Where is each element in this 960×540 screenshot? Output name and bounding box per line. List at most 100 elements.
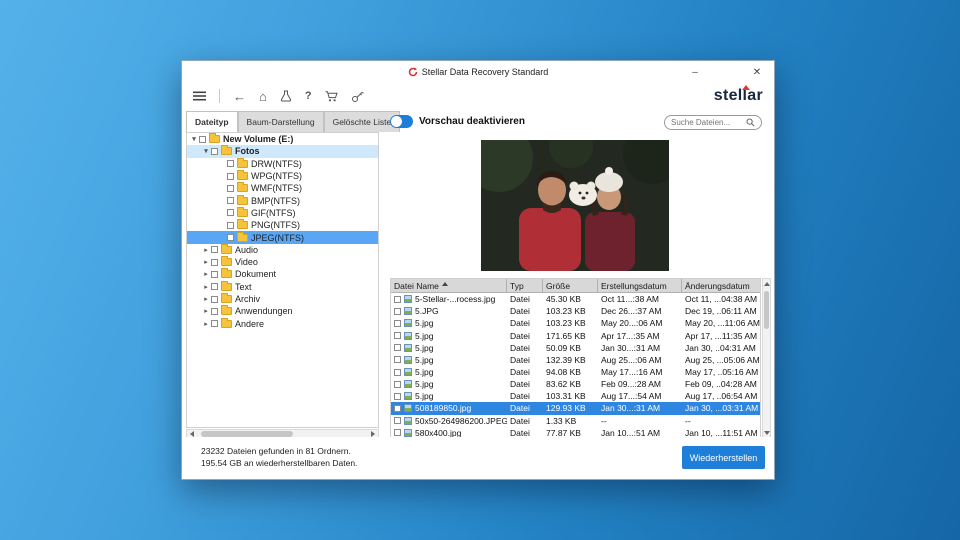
column-header-name[interactable]: Datei Name — [391, 279, 507, 292]
column-header-type[interactable]: Typ — [507, 279, 543, 292]
checkbox[interactable] — [211, 270, 218, 278]
table-row[interactable]: 5-Stellar-...rocess.jpg Datei 45.30 KB Oct… — [391, 293, 760, 305]
tree-item-label: Andere — [235, 318, 265, 329]
checkbox[interactable] — [211, 258, 218, 266]
table-vertical-scrollbar[interactable] — [762, 278, 771, 439]
tree-item-anwendungen[interactable]: ▸ Anwendungen — [187, 305, 378, 317]
tab-geloeschte-liste[interactable]: Gelöschte Liste — [323, 111, 401, 132]
cart-icon[interactable] — [325, 90, 338, 102]
chevron-down-icon[interactable]: ▾ — [201, 147, 211, 155]
image-file-icon — [404, 295, 412, 304]
recover-button[interactable]: Wiederherstellen — [682, 446, 765, 469]
row-checkbox[interactable] — [394, 404, 401, 412]
scroll-down-icon[interactable] — [764, 431, 770, 435]
tree-item-wmf[interactable]: WMF(NTFS) — [187, 182, 378, 194]
close-button[interactable]: ✕ — [740, 61, 774, 83]
tree-item-text[interactable]: ▸ Text — [187, 280, 378, 293]
status-recoverable-data: 195.54 GB an wiederherstellbaren Daten. — [201, 458, 358, 468]
chevron-right-icon[interactable]: ▸ — [201, 246, 211, 254]
table-row[interactable]: 5.jpg Datei 83.62 KB Feb 09...:28 AM Feb 09… — [391, 378, 760, 390]
checkbox[interactable] — [227, 160, 234, 168]
table-row[interactable]: 5.jpg Datei 103.31 KB Aug 17...:54 AM Aug 1… — [391, 390, 760, 402]
window-controls: – ✕ — [678, 61, 774, 83]
column-header-size[interactable]: Größe — [543, 279, 598, 292]
column-header-created[interactable]: Erstellungsdatum — [598, 279, 682, 292]
tree-item-png[interactable]: PNG(NTFS) — [187, 219, 378, 231]
checkbox[interactable] — [227, 184, 234, 192]
tab-baum-darstellung[interactable]: Baum-Darstellung — [237, 111, 324, 132]
row-checkbox[interactable] — [394, 356, 401, 364]
chevron-right-icon[interactable]: ▸ — [201, 320, 211, 328]
chevron-right-icon[interactable]: ▸ — [201, 270, 211, 278]
tree-item-label: GIF(NTFS) — [251, 207, 296, 218]
chevron-right-icon[interactable]: ▸ — [201, 258, 211, 266]
key-icon[interactable] — [351, 90, 364, 103]
row-checkbox[interactable] — [394, 295, 401, 303]
checkbox[interactable] — [227, 209, 234, 217]
tree-item-drw[interactable]: DRW(NTFS) — [187, 157, 378, 170]
table-row[interactable]: 5.jpg Datei 50.09 KB Jan 30...:31 AM Jan 30… — [391, 342, 760, 354]
row-checkbox[interactable] — [394, 368, 401, 376]
table-row-selected[interactable]: 508189850.jpg Datei 129.93 KB Jan 30...:31… — [391, 402, 760, 415]
back-icon[interactable]: ← — [233, 90, 246, 103]
table-row[interactable]: 5.jpg Datei 171.65 KB Apr 17...:35 AM Apr 1… — [391, 329, 760, 341]
search-input[interactable] — [671, 118, 746, 127]
table-row[interactable]: 5.jpg Datei 94.08 KB May 17...:16 AM May 17… — [391, 366, 760, 378]
table-row[interactable]: 5.jpg Datei 132.39 KB Aug 25...:06 AM Aug 2… — [391, 354, 760, 366]
row-checkbox[interactable] — [394, 392, 401, 400]
tree-item-andere[interactable]: ▸ Andere — [187, 317, 378, 329]
checkbox[interactable] — [211, 320, 218, 328]
folder-tree: ▾ New Volume (E:) ▾ Fotos DRW(NTFS) WPG(… — [186, 132, 379, 428]
preview-toggle[interactable] — [390, 115, 413, 128]
tree-item-new-volume[interactable]: ▾ New Volume (E:) — [187, 133, 378, 145]
checkbox[interactable] — [211, 283, 218, 291]
help-icon[interactable]: ? — [305, 90, 312, 102]
checkbox[interactable] — [211, 246, 218, 254]
window-title: Stellar Data Recovery Standard — [421, 67, 549, 77]
flask-icon[interactable] — [280, 90, 292, 102]
row-checkbox[interactable] — [394, 380, 401, 388]
table-row[interactable]: 5.jpg Datei 103.23 KB May 20...:06 AM May 2… — [391, 317, 760, 329]
search-icon[interactable] — [746, 118, 755, 127]
checkbox[interactable] — [227, 234, 234, 242]
checkbox[interactable] — [211, 147, 218, 155]
tree-item-dokument[interactable]: ▸ Dokument — [187, 268, 378, 280]
checkbox[interactable] — [227, 172, 234, 180]
tree-item-fotos[interactable]: ▾ Fotos — [187, 145, 378, 158]
home-icon[interactable]: ⌂ — [259, 90, 267, 103]
image-file-icon — [404, 404, 412, 413]
menu-icon[interactable] — [193, 91, 206, 101]
table-row[interactable]: 50x50-264986200.JPEG Datei 1.33 KB -- -- — [391, 415, 760, 427]
row-checkbox[interactable] — [394, 429, 401, 437]
checkbox[interactable] — [211, 307, 218, 315]
tree-item-audio[interactable]: ▸ Audio — [187, 243, 378, 256]
chevron-down-icon[interactable]: ▾ — [189, 135, 199, 143]
chevron-right-icon[interactable]: ▸ — [201, 283, 211, 291]
row-checkbox[interactable] — [394, 319, 401, 327]
logo-accent-mark — [741, 85, 750, 90]
row-checkbox[interactable] — [394, 417, 401, 425]
tree-item-label: Archiv — [235, 294, 261, 304]
scroll-up-icon[interactable] — [764, 282, 770, 286]
tree-item-archiv[interactable]: ▸ Archiv — [187, 293, 378, 305]
tab-dateityp[interactable]: Dateityp — [186, 111, 238, 132]
row-checkbox[interactable] — [394, 344, 401, 352]
scrollbar-thumb[interactable] — [764, 291, 769, 329]
row-checkbox[interactable] — [394, 332, 401, 340]
tree-item-wpg[interactable]: WPG(NTFS) — [187, 170, 378, 182]
column-header-modified[interactable]: Änderungsdatum — [682, 279, 760, 292]
checkbox[interactable] — [211, 295, 218, 303]
row-checkbox[interactable] — [394, 307, 401, 315]
tree-item-video[interactable]: ▸ Video — [187, 256, 378, 268]
image-file-icon — [404, 392, 412, 401]
tree-item-bmp[interactable]: BMP(NTFS) — [187, 194, 378, 206]
chevron-right-icon[interactable]: ▸ — [201, 307, 211, 315]
table-row[interactable]: 5.JPG Datei 103.23 KB Dec 26...:37 AM Dec 1… — [391, 305, 760, 317]
chevron-right-icon[interactable]: ▸ — [201, 295, 211, 303]
checkbox[interactable] — [199, 135, 206, 143]
checkbox[interactable] — [227, 197, 234, 205]
minimize-button[interactable]: – — [678, 61, 712, 83]
checkbox[interactable] — [227, 221, 234, 229]
tree-item-gif[interactable]: GIF(NTFS) — [187, 206, 378, 219]
tree-item-jpeg-selected[interactable]: JPEG(NTFS) — [187, 231, 378, 244]
